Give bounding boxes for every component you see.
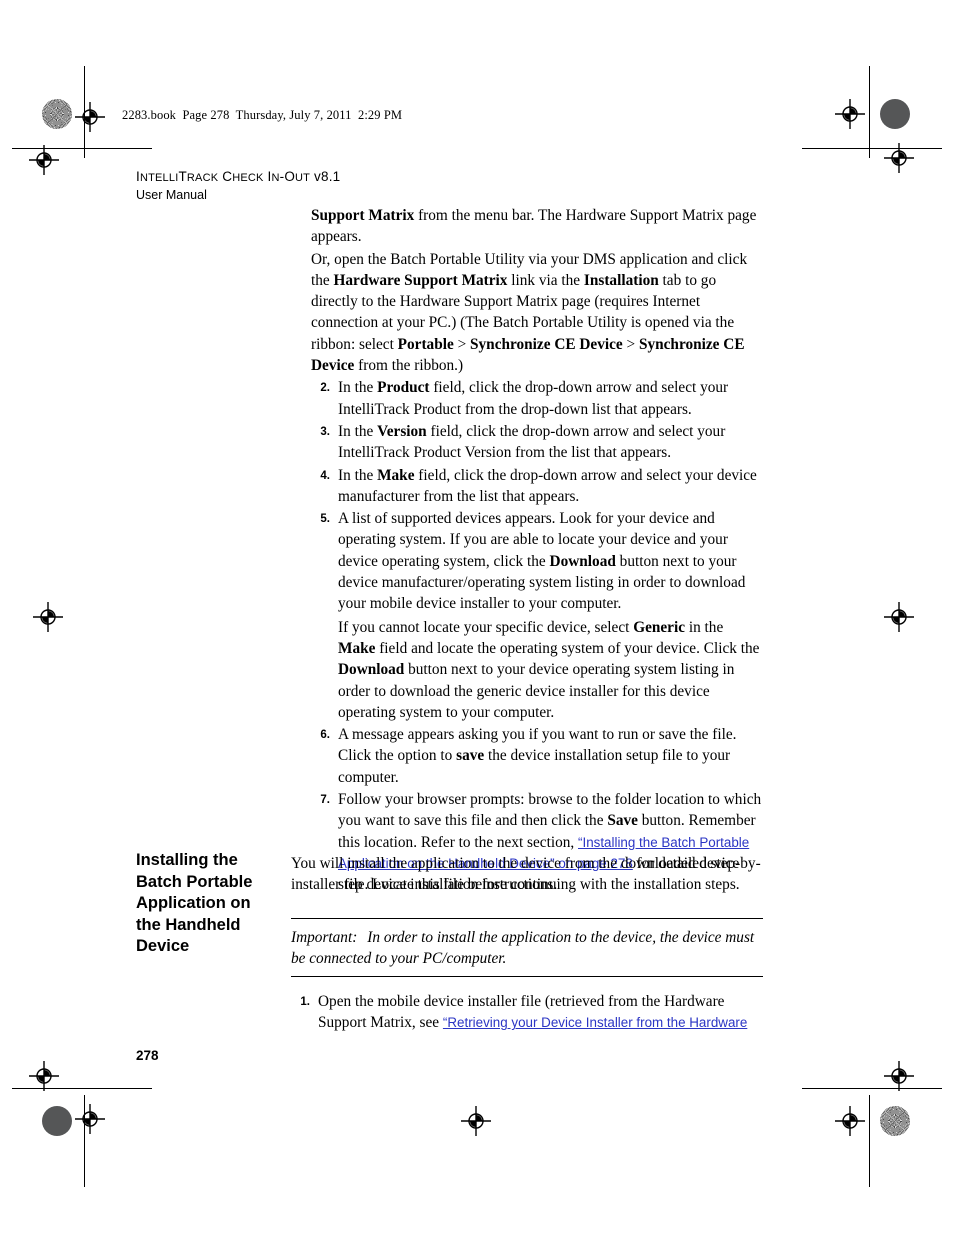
running-head-seg: N xyxy=(271,172,280,184)
running-head-seg: v8.1 xyxy=(310,169,341,184)
list-item-text: field and locate the operating system of… xyxy=(375,639,760,657)
emphasis-portable: Portable xyxy=(397,335,454,353)
list-item-number: 3. xyxy=(320,425,330,438)
list-item-number: 6. xyxy=(320,729,330,742)
list-item: 5. A list of supported devices appears. … xyxy=(311,508,763,723)
body-column-section: You will install the application to the … xyxy=(291,853,763,1034)
list-item-text: In the xyxy=(338,422,378,440)
list-item-text: If you cannot locate your specific devic… xyxy=(338,618,634,636)
list-item-text: in the xyxy=(685,618,724,636)
section-intro-paragraph: You will install the application to the … xyxy=(291,855,740,894)
running-head-seg: C xyxy=(218,169,233,184)
list-item-number: 4. xyxy=(320,469,330,482)
important-note-label: Important: xyxy=(291,928,358,946)
running-head-seg: RACK xyxy=(186,172,219,184)
running-head-subtitle: User Manual xyxy=(136,188,207,202)
emphasis-save-lower: save xyxy=(456,747,485,765)
emphasis-download: Download xyxy=(549,552,616,570)
list-item-number: 1. xyxy=(300,996,310,1009)
list-item: 2. In the Product field, click the drop-… xyxy=(311,377,763,420)
important-note-text: In order to install the application to t… xyxy=(291,928,755,967)
emphasis-support-matrix: Support Matrix xyxy=(311,207,415,224)
document-page: 2283.book Page 278 Thursday, July 7, 201… xyxy=(0,0,954,1235)
important-note: Important: In order to install the applic… xyxy=(291,917,763,978)
emphasis-save-button: Save xyxy=(607,812,638,830)
page-number: 278 xyxy=(136,1048,159,1063)
running-head: INTELLITRACK CHECK IN-OUT v8.1 User Manu… xyxy=(136,168,340,204)
emphasis-installation: Installation xyxy=(583,271,659,289)
emphasis-download-2: Download xyxy=(338,661,405,679)
running-head-seg: UT xyxy=(295,172,311,184)
file-stamp: 2283.book Page 278 Thursday, July 7, 201… xyxy=(122,108,403,122)
list-item: 6. A message appears asking you if you w… xyxy=(311,724,763,788)
paragraph-text: from the ribbon.) xyxy=(354,357,464,375)
paragraph-alternate-route: Or, open the Batch Portable Utility via … xyxy=(311,249,763,377)
list-item-text: In the xyxy=(338,466,378,484)
running-head-seg: NTELLI xyxy=(139,172,179,184)
cross-reference-link-retrieving-device-installer[interactable]: “Retrieving your Device Installer from t… xyxy=(443,1015,747,1030)
emphasis-version: Version xyxy=(377,422,427,440)
list-item-text: In the xyxy=(338,379,378,397)
list-item-subparagraph: If you cannot locate your specific devic… xyxy=(338,617,763,723)
paragraph-continuation: Support Matrix from the menu bar. The Ha… xyxy=(311,205,763,248)
list-item: 1. Open the mobile device installer file… xyxy=(291,991,763,1034)
emphasis-hardware-support-matrix: Hardware Support Matrix xyxy=(333,271,508,289)
emphasis-product: Product xyxy=(377,379,430,397)
running-head-seg: T xyxy=(178,169,187,184)
list-item: 4. In the Make field, click the drop-dow… xyxy=(311,465,763,508)
emphasis-generic: Generic xyxy=(633,618,686,636)
emphasis-make: Make xyxy=(377,466,415,484)
emphasis-make-2: Make xyxy=(338,639,376,657)
paragraph-text: > xyxy=(622,335,639,353)
emphasis-synchronize-ce-device: Synchronize CE Device xyxy=(470,335,623,353)
running-head-title: INTELLITRACK CHECK IN-OUT v8.1 xyxy=(136,168,340,187)
list-item-number: 2. xyxy=(320,382,330,395)
list-item-number: 7. xyxy=(320,794,330,807)
running-head-seg: -O xyxy=(279,169,296,184)
paragraph-text: link via the xyxy=(507,271,584,289)
section-heading: Installing the Batch Portable Applicatio… xyxy=(136,851,253,955)
running-head-seg: HECK xyxy=(232,172,264,184)
list-item-number: 5. xyxy=(320,513,330,526)
paragraph-text: > xyxy=(453,335,471,353)
body-column-top: Support Matrix from the menu bar. The Ha… xyxy=(311,205,763,896)
list-item: 3. In the Version field, click the drop-… xyxy=(311,421,763,464)
